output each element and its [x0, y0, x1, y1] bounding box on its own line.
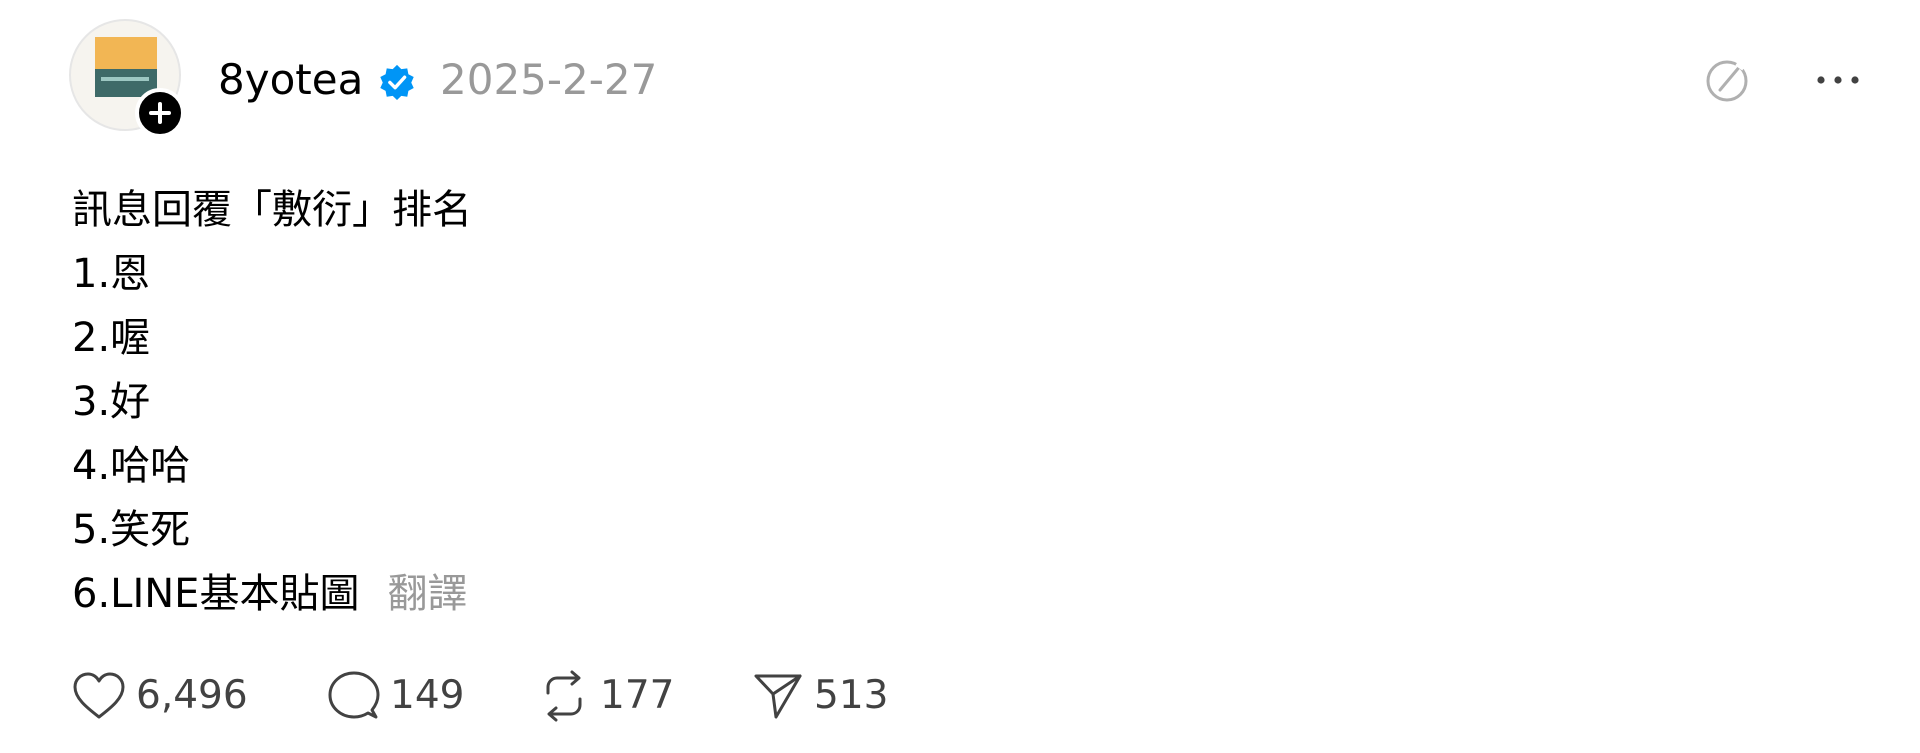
avatar-logo-stripe [101, 77, 149, 81]
post-text-line: 訊息回覆「敷衍」排名 [72, 187, 472, 233]
post-text-line: 3.好 [72, 379, 151, 425]
repost-icon [546, 670, 582, 722]
heart-icon [73, 672, 125, 719]
username[interactable]: 8yotea [218, 52, 363, 108]
translate-link[interactable]: 翻譯 [387, 571, 467, 617]
post-text-line: 6.LINE基本貼圖 [72, 571, 360, 617]
verified-badge-icon [380, 64, 414, 101]
post-text-line: 4.哈哈 [72, 443, 191, 489]
follow-button[interactable] [135, 88, 185, 138]
post-text-line: 5.笑死 [72, 507, 191, 553]
comment-count: 149 [390, 673, 465, 718]
comment-button[interactable]: 149 [328, 668, 464, 724]
share-button[interactable]: 513 [752, 668, 888, 724]
post-text-line: 2.喔 [72, 315, 151, 361]
post-text-line: 1.恩 [72, 251, 151, 297]
comment-icon [328, 671, 380, 719]
more-icon [1817, 76, 1859, 84]
like-button[interactable]: 6,496 [72, 668, 248, 724]
post-text-last-line: 6.LINE基本貼圖 翻譯 [72, 562, 472, 626]
send-icon [754, 674, 802, 719]
share-count: 513 [814, 673, 889, 718]
more-options-button[interactable] [1810, 52, 1866, 108]
edit-icon [1706, 60, 1748, 102]
avatar-logo-top [95, 37, 157, 69]
thread-post: 8yotea 2025-2-27 訊息回覆「敷衍」排名 1.恩 2.喔 3.好 … [0, 0, 1920, 753]
plus-icon [149, 102, 171, 124]
post-timestamp[interactable]: 2025-2-27 [440, 52, 657, 108]
post-content: 訊息回覆「敷衍」排名 1.恩 2.喔 3.好 4.哈哈 5.笑死 6.LINE基… [72, 178, 472, 626]
like-count: 6,496 [136, 673, 248, 718]
repost-count: 177 [600, 673, 675, 718]
edit-button[interactable] [1700, 52, 1756, 108]
repost-button[interactable]: 177 [538, 668, 674, 724]
